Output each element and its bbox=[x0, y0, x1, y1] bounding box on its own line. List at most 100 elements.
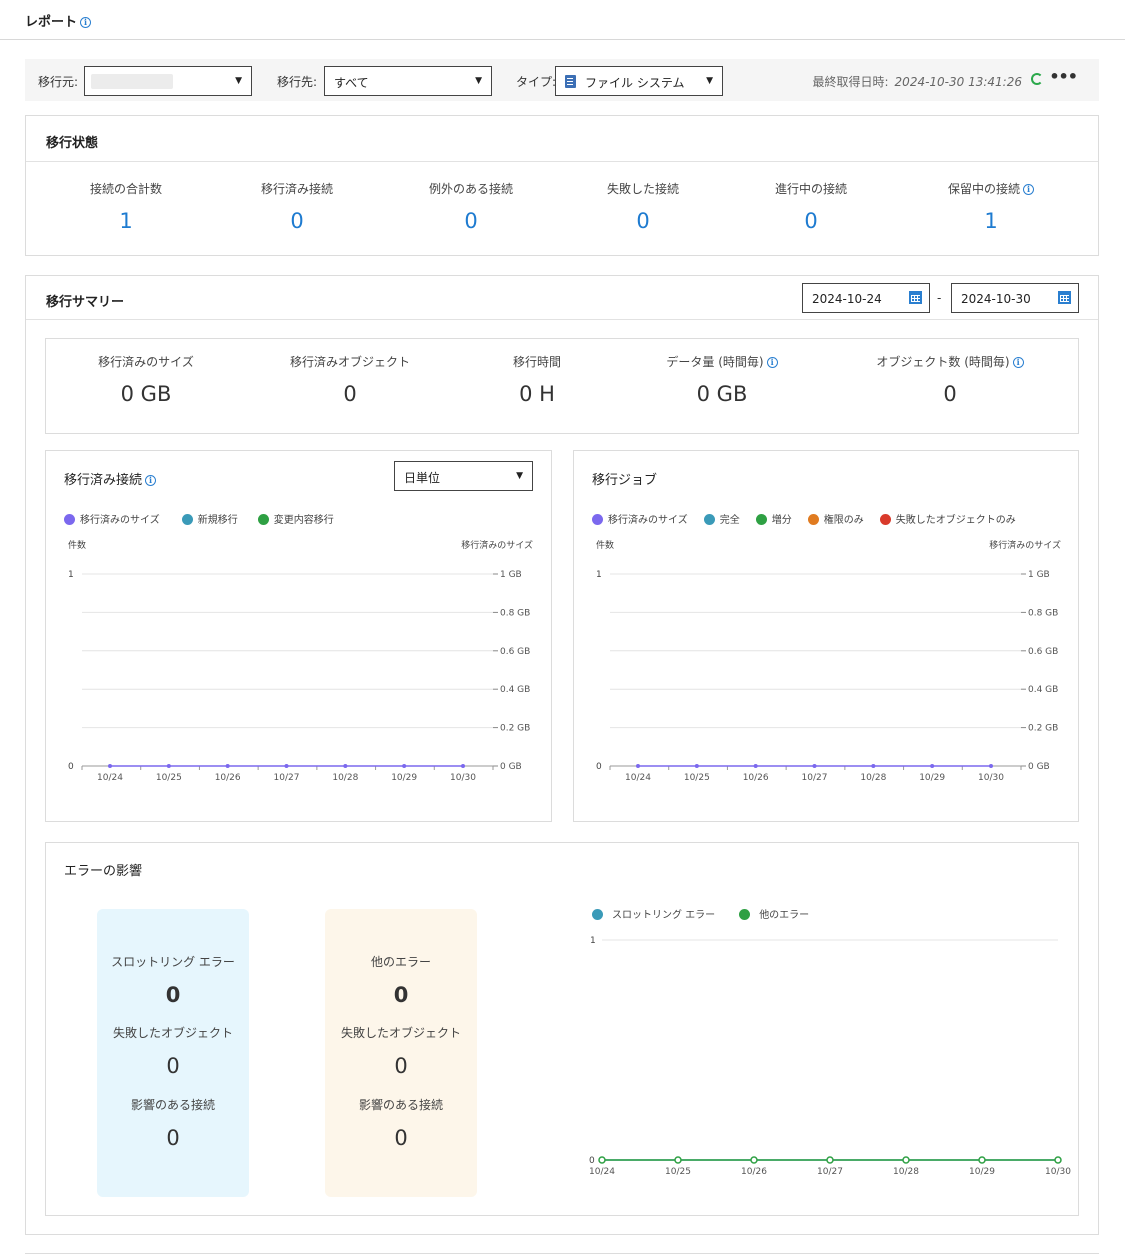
left-axis-label: 件数 bbox=[596, 539, 614, 551]
legend-item[interactable]: 新規移行 bbox=[181, 511, 238, 526]
stat-migrated-size: 移行済みのサイズ 0 GB bbox=[98, 355, 194, 406]
x-tick-label: 10/28 bbox=[332, 773, 358, 783]
data-point bbox=[343, 764, 348, 768]
data-point bbox=[1054, 1156, 1062, 1164]
legend-dot bbox=[703, 513, 715, 525]
other-error-card: 他のエラー 0 失敗したオブジェクト 0 影響のある接続 0 bbox=[325, 909, 477, 1197]
x-tick-label: 10/26 bbox=[741, 1167, 767, 1177]
legend-item[interactable]: 完全 bbox=[703, 511, 740, 526]
legend-item[interactable]: スロットリング エラー bbox=[592, 906, 715, 921]
jobs-chart: 件数 移行済みのサイズ 0 GB 0.2 GB 0.4 GB 0.6 GB 0.8 GB 1 … bbox=[596, 539, 1061, 783]
info-icon[interactable]: i bbox=[1023, 184, 1034, 195]
legend-dot bbox=[739, 908, 751, 920]
left-tick-label: 1 bbox=[596, 570, 602, 580]
data-point bbox=[826, 1156, 834, 1164]
right-tick-label: 0.8 GB bbox=[1028, 608, 1058, 618]
refresh-icon[interactable] bbox=[1031, 73, 1043, 85]
x-tick-label: 10/29 bbox=[969, 1167, 995, 1177]
date-from-input[interactable]: 2024-10-24 bbox=[802, 283, 930, 313]
migration-status-panel: 移行状態 接続の合計数 1 移行済み接続 0 例外のある接続 0 失敗した接続 0 進行… bbox=[25, 115, 1099, 256]
info-icon[interactable]: i bbox=[1012, 357, 1024, 368]
source-select[interactable]: ▼ bbox=[84, 66, 252, 96]
stat-data-per-hour: データ量 (時間毎) i 0 GB bbox=[622, 353, 822, 406]
right-tick-label: 0.2 GB bbox=[500, 724, 530, 734]
throttling-error-card: スロットリング エラー 0 失敗したオブジェクト 0 影響のある接続 0 bbox=[97, 909, 249, 1197]
summary-title: 移行サマリー bbox=[46, 295, 125, 310]
x-tick-label: 10/25 bbox=[684, 773, 710, 783]
info-icon[interactable]: i bbox=[80, 17, 92, 28]
granularity-select[interactable]: 日単位 ▼ bbox=[394, 461, 533, 491]
x-tick-label: 10/30 bbox=[978, 773, 1004, 783]
data-point bbox=[902, 1156, 910, 1164]
migrated-connections-title: 移行済み接続 i bbox=[64, 469, 157, 488]
stat-failed-connections: 失敗した接続 0 bbox=[606, 182, 679, 233]
legend-item[interactable]: 失敗したオブジェクトのみ bbox=[879, 511, 1016, 526]
data-point bbox=[598, 1156, 606, 1164]
right-tick-label: 0.6 GB bbox=[1028, 647, 1058, 657]
stat-pending-connections: 保留中の接続 i 1 bbox=[906, 180, 1076, 233]
left-tick-label: 1 bbox=[68, 570, 74, 580]
x-tick-label: 10/27 bbox=[274, 773, 300, 783]
migrated-connections-panel: 移行済み接続 i 日単位 ▼ 移行済みのサイズ 新規移行 変更内容移行 件数 移行済みの… bbox=[45, 450, 552, 822]
type-select[interactable]: ファイル システム ▼ bbox=[555, 66, 723, 96]
migration-jobs-title: 移行ジョブ bbox=[592, 473, 658, 488]
calendar-icon[interactable] bbox=[909, 291, 922, 304]
legend-item[interactable]: 変更内容移行 bbox=[257, 511, 334, 526]
x-tick-label: 10/28 bbox=[860, 773, 886, 783]
error-impact-panel: エラーの影響 スロットリング エラー 0 失敗したオブジェクト 0 影響のある接… bbox=[45, 842, 1079, 1216]
y-tick-label: 0 bbox=[589, 1156, 595, 1166]
legend-item[interactable]: 移行済みのサイズ bbox=[64, 511, 160, 526]
page-title: レポート i bbox=[25, 11, 92, 30]
data-point bbox=[989, 764, 993, 768]
stat-migrated-objects: 移行済みオブジェクト 0 bbox=[289, 355, 410, 406]
info-icon[interactable]: i bbox=[145, 475, 157, 486]
migration-summary-panel: 移行サマリー 2024-10-24 - 2024-10-30 移行済みのサイズ 0… bbox=[25, 275, 1099, 1235]
right-tick-label: 1 GB bbox=[1028, 570, 1050, 580]
connections-chart: 件数 移行済みのサイズ 0 GB 0.2 GB 0.4 GB 0.6 GB 0.8 GB 1 … bbox=[68, 539, 533, 783]
left-tick-label: 0 bbox=[68, 762, 74, 772]
x-tick-label: 10/26 bbox=[215, 773, 241, 783]
x-tick-label: 10/25 bbox=[156, 773, 182, 783]
redacted-source-value bbox=[91, 74, 173, 89]
legend-item[interactable]: 移行済みのサイズ bbox=[592, 511, 688, 526]
data-point bbox=[225, 764, 230, 768]
legend-dot bbox=[879, 513, 891, 525]
x-tick-label: 10/29 bbox=[919, 773, 945, 783]
info-icon[interactable]: i bbox=[766, 357, 778, 368]
x-tick-label: 10/29 bbox=[391, 773, 417, 783]
x-tick-label: 10/28 bbox=[893, 1167, 919, 1177]
legend-item[interactable]: 権限のみ bbox=[807, 511, 864, 526]
data-point bbox=[694, 764, 699, 768]
dest-select[interactable]: すべて ▼ bbox=[324, 66, 492, 96]
type-label: タイプ: bbox=[516, 75, 557, 89]
file-system-icon bbox=[565, 75, 576, 88]
migration-status-title: 移行状態 bbox=[46, 136, 99, 151]
calendar-icon[interactable] bbox=[1058, 291, 1071, 304]
data-point bbox=[753, 764, 758, 768]
right-tick-label: 0.4 GB bbox=[1028, 685, 1058, 695]
right-axis-label: 移行済みのサイズ bbox=[989, 539, 1061, 551]
x-tick-label: 10/24 bbox=[589, 1167, 615, 1177]
migration-jobs-panel: 移行ジョブ 移行済みのサイズ 完全 増分 権限のみ 失敗したオブジェクトのみ 件数 移行済… bbox=[573, 450, 1079, 822]
chevron-down-icon: ▼ bbox=[235, 76, 242, 86]
data-point bbox=[674, 1156, 682, 1164]
legend-dot bbox=[807, 513, 819, 525]
more-options-icon[interactable]: ••• bbox=[1049, 67, 1078, 86]
date-to-input[interactable]: 2024-10-30 bbox=[951, 283, 1079, 313]
right-tick-label: 0 GB bbox=[500, 762, 522, 772]
data-point bbox=[461, 764, 465, 768]
last-fetched: 最終取得日時: 2024-10-30 13:41:26 bbox=[812, 75, 1023, 89]
divider bbox=[26, 161, 1098, 162]
legend-item[interactable]: 他のエラー bbox=[739, 906, 809, 921]
y-tick-label: 1 bbox=[590, 936, 596, 946]
right-tick-label: 0.4 GB bbox=[500, 685, 530, 695]
errors-legend: スロットリング エラー 他のエラー bbox=[592, 906, 831, 921]
legend-item[interactable]: 増分 bbox=[755, 511, 792, 526]
filter-bar: 移行元: ▼ 移行先: すべて ▼ タイプ: ファイル システム ▼ 最終取得日… bbox=[25, 59, 1099, 101]
data-point bbox=[750, 1156, 758, 1164]
left-tick-label: 0 bbox=[596, 762, 602, 772]
right-tick-label: 0.8 GB bbox=[500, 608, 530, 618]
stat-migration-time: 移行時間 0 H bbox=[512, 355, 561, 406]
chevron-down-icon: ▼ bbox=[516, 471, 523, 481]
x-tick-label: 10/25 bbox=[665, 1167, 691, 1177]
